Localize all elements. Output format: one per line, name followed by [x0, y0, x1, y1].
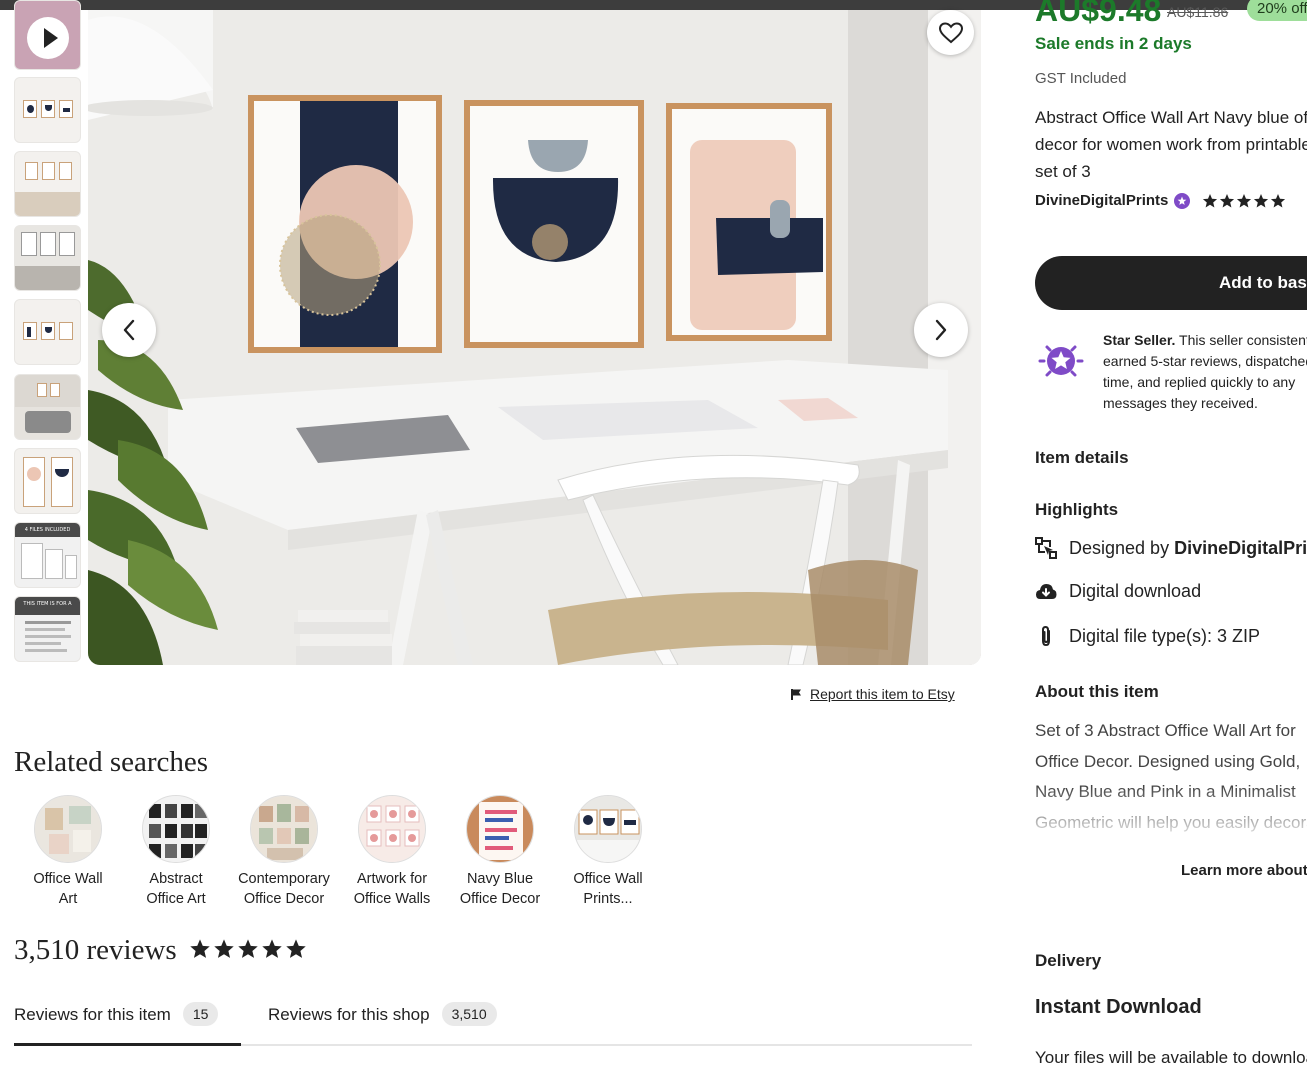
related-search-label[interactable]: Office Walls: [338, 889, 446, 909]
room-scene-image: [88, 10, 981, 665]
related-searches-list: Office Wall Art Abstract Office Art Cont…: [14, 795, 662, 909]
thumbnail-8[interactable]: 4 FILES INCLUDED: [14, 522, 81, 588]
designer-link[interactable]: DivineDigitalPrints: [1174, 538, 1307, 558]
purchase-panel: AU$9.48 AU$11.86 20% off Sale ends in 2 …: [1035, 0, 1307, 1074]
report-link[interactable]: Report this item to Etsy: [790, 686, 955, 702]
related-search-label[interactable]: Contemporary: [230, 869, 338, 889]
heart-icon: [938, 21, 963, 43]
tab-count-badge: 3,510: [441, 1002, 497, 1026]
highlight-text: Digital download: [1069, 581, 1202, 601]
add-to-basket-button[interactable]: Add to basket: [1035, 256, 1307, 310]
learn-more-link[interactable]: Learn more about this item: [1181, 862, 1307, 879]
tab-count-badge: 15: [182, 1002, 219, 1026]
seller-rating-stars: [1202, 193, 1286, 209]
related-search-label[interactable]: Abstract: [122, 869, 230, 889]
star-icon: [1237, 193, 1252, 207]
sale-ends-text: Sale ends in 2 days: [1035, 34, 1192, 53]
star-icon: [1254, 193, 1269, 207]
price: AU$9.48: [1035, 0, 1162, 28]
related-search-label[interactable]: Office Wall: [554, 869, 662, 889]
related-search-label[interactable]: Artwork for: [338, 869, 446, 889]
related-search-label[interactable]: Office Decor: [446, 889, 554, 909]
related-search-thumbnail[interactable]: [466, 795, 534, 863]
related-search-label[interactable]: Art: [14, 889, 122, 909]
delivery-type: Instant Download: [1035, 996, 1202, 1018]
related-search-item[interactable]: Abstract Office Art: [122, 795, 230, 909]
star-icon: [214, 939, 234, 958]
about-heading: About this item: [1035, 682, 1159, 701]
delivery-note: Your files will be available to download: [1035, 1048, 1307, 1067]
highlight-text: Digital file type(s): 3 ZIP: [1069, 625, 1261, 646]
report-link-text[interactable]: Report this item to Etsy: [810, 686, 955, 702]
related-search-label[interactable]: Prints...: [554, 889, 662, 909]
original-price: AU$11.86: [1167, 4, 1229, 20]
thumbnail-6[interactable]: [14, 374, 81, 440]
tab-reviews-item[interactable]: Reviews for this item 15: [14, 1000, 241, 1046]
tab-reviews-shop[interactable]: Reviews for this shop 3,510: [268, 1000, 497, 1046]
star-icon: [262, 939, 282, 958]
star-icon: [1220, 193, 1235, 207]
related-searches-title: Related searches: [14, 746, 209, 778]
tab-label[interactable]: Reviews for this item: [14, 1005, 171, 1025]
thumbnail-4[interactable]: [14, 225, 81, 291]
star-seller-badge-icon: [1174, 192, 1191, 209]
seller-link[interactable]: DivineDigitalPrints: [1035, 192, 1168, 209]
cloud-download-icon: [1036, 583, 1057, 599]
highlight-text: Designed by DivineDigitalPrints: [1069, 538, 1307, 559]
design-tool-icon: [1035, 537, 1057, 559]
thumbnail-5[interactable]: [14, 299, 81, 365]
related-search-item[interactable]: Artwork for Office Walls: [338, 795, 446, 909]
next-image-button[interactable]: [914, 303, 968, 357]
thumbnail-7[interactable]: [14, 448, 81, 514]
related-search-item[interactable]: Office Wall Prints...: [554, 795, 662, 909]
related-search-item[interactable]: Contemporary Office Decor: [230, 795, 338, 909]
thumbnail-video[interactable]: [14, 0, 81, 70]
highlight-digital-download: Digital download: [1035, 581, 1201, 602]
star-icon: [1271, 193, 1286, 207]
related-search-thumbnail[interactable]: [574, 795, 642, 863]
star-icon: [286, 939, 306, 958]
related-search-thumbnail[interactable]: [250, 795, 318, 863]
related-search-label[interactable]: Office Art: [122, 889, 230, 909]
related-search-label[interactable]: Office Decor: [230, 889, 338, 909]
favorite-button[interactable]: [927, 10, 974, 55]
reviews-tabs: Reviews for this item 15 Reviews for thi…: [14, 1000, 972, 1046]
related-search-item[interactable]: Navy Blue Office Decor: [446, 795, 554, 909]
related-search-thumbnail[interactable]: [142, 795, 210, 863]
about-fade-overlay: [1035, 786, 1307, 856]
previous-image-button[interactable]: [102, 303, 156, 357]
related-search-thumbnail[interactable]: [358, 795, 426, 863]
flag-icon: [791, 688, 801, 700]
star-seller-icon: [1038, 345, 1084, 377]
delivery-heading[interactable]: Delivery: [1035, 951, 1101, 971]
tab-label[interactable]: Reviews for this shop: [268, 1005, 430, 1025]
listing-title: Abstract Office Wall Art Navy blue offic…: [1035, 108, 1307, 181]
related-search-label[interactable]: Navy Blue: [446, 869, 554, 889]
star-icon: [190, 939, 210, 958]
star-icon: [238, 939, 258, 958]
related-search-thumbnail[interactable]: [34, 795, 102, 863]
thumbnail-3[interactable]: [14, 151, 81, 217]
highlight-file-type: Digital file type(s): 3 ZIP: [1035, 625, 1260, 647]
thumbnail-2[interactable]: [14, 77, 81, 143]
discount-badge: 20% off: [1247, 0, 1307, 21]
highlight-designed-by: Designed by DivineDigitalPrints: [1035, 537, 1307, 559]
thumbnail-9[interactable]: THIS ITEM IS FOR A: [14, 596, 81, 662]
paperclip-icon: [1042, 625, 1050, 647]
reviews-count: 3,510 reviews: [14, 934, 177, 966]
item-details-heading[interactable]: Item details: [1035, 448, 1129, 468]
star-seller-text: Star Seller. This seller consistently ea…: [1103, 332, 1307, 411]
highlights-heading: Highlights: [1035, 500, 1119, 519]
tax-note: GST Included: [1035, 70, 1127, 87]
related-search-label[interactable]: Office Wall: [14, 869, 122, 889]
chevron-right-icon: [935, 319, 947, 341]
play-icon[interactable]: [27, 17, 69, 59]
related-search-item[interactable]: Office Wall Art: [14, 795, 122, 909]
main-product-image: [88, 10, 981, 665]
seller-row: DivineDigitalPrints: [1035, 192, 1286, 209]
reviews-rating-stars: [189, 938, 307, 960]
star-icon: [1203, 193, 1218, 207]
chevron-left-icon: [123, 319, 135, 341]
